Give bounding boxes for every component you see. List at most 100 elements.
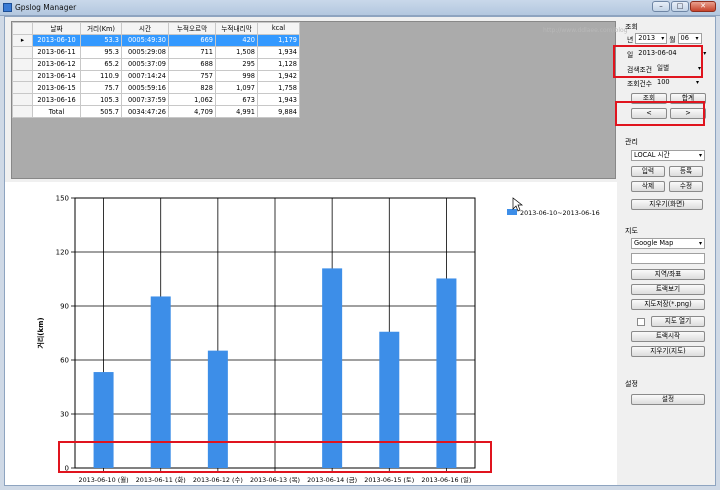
- settings-button[interactable]: 설정: [631, 394, 705, 405]
- table-cell: 757: [168, 69, 216, 83]
- table-cell: 673: [215, 93, 258, 107]
- row-header[interactable]: [12, 69, 33, 83]
- track-view-button[interactable]: 트랙보기: [631, 284, 705, 295]
- criteria-select[interactable]: 일별 ▾: [654, 63, 704, 74]
- table-cell: 2013-06-10: [32, 33, 81, 47]
- delete-button[interactable]: 삭제: [631, 181, 665, 192]
- table-cell: 95.3: [80, 45, 122, 59]
- map-provider-select[interactable]: Google Map ▾: [631, 238, 705, 249]
- window-title: Gpslog Manager: [15, 3, 77, 12]
- data-grid[interactable]: 날짜 거리(Km) 시간 누적오르막 누적내리막 kcal ▸ 2013-06-10 53.3…: [12, 22, 300, 119]
- register-button[interactable]: 등록: [669, 166, 703, 177]
- table-cell: 2013-06-12: [32, 57, 81, 71]
- month-select[interactable]: 06 ▾: [677, 33, 702, 44]
- table-cell: 688: [168, 57, 216, 71]
- map-open-checkbox[interactable]: [637, 318, 645, 326]
- row-header-corner: [12, 22, 33, 35]
- table-cell: 2013-06-14: [32, 69, 81, 83]
- table-row[interactable]: ▸ 2013-06-10 53.3 0005:49:30 669 420 1,179: [12, 33, 300, 47]
- query-button[interactable]: 조회: [631, 93, 667, 104]
- y-tick-label: 30: [60, 411, 69, 419]
- year-select[interactable]: 2013 ▾: [635, 33, 668, 44]
- row-header[interactable]: [12, 57, 33, 71]
- row-header[interactable]: [12, 105, 33, 119]
- map-open-button[interactable]: 지도 열기: [651, 316, 705, 327]
- y-tick-label: 0: [65, 465, 69, 473]
- table-cell: 2013-06-16: [32, 93, 81, 107]
- row-header[interactable]: ▸: [12, 33, 33, 47]
- table-cell: 1,062: [168, 93, 216, 107]
- count-label: 조회건수: [627, 79, 653, 88]
- edit-button[interactable]: 수정: [669, 181, 703, 192]
- table-row[interactable]: 2013-06-15 75.7 0005:59:16 828 1,097 1,758: [12, 81, 300, 95]
- watermark: http://www.ddlaee.com/blog: [543, 27, 628, 34]
- chevron-down-icon: ▾: [695, 35, 699, 42]
- title-bar: Gpslog Manager – □ ✕: [0, 0, 720, 16]
- y-tick-label: 90: [60, 303, 69, 311]
- minimize-button[interactable]: –: [652, 1, 670, 12]
- count-select[interactable]: 100 ▾: [654, 77, 702, 88]
- column-header[interactable]: 시간: [121, 22, 169, 35]
- clear-map-button[interactable]: 지우기(지도): [631, 346, 705, 357]
- map-section-label: 지도: [625, 227, 638, 235]
- map-search-input[interactable]: [631, 253, 705, 264]
- table-cell: 105.3: [80, 93, 122, 107]
- prev-button[interactable]: <: [631, 108, 667, 119]
- table-cell: 420: [215, 33, 258, 47]
- row-header[interactable]: [12, 81, 33, 95]
- input-button[interactable]: 입력: [631, 166, 665, 177]
- date-picker[interactable]: 2013-06-04 ▾: [635, 48, 709, 59]
- table-cell: 1,128: [257, 57, 300, 71]
- track-start-button[interactable]: 트랙시작: [631, 331, 705, 342]
- time-select[interactable]: LOCAL 시간 ▾: [631, 150, 705, 161]
- close-button[interactable]: ✕: [690, 1, 716, 12]
- table-cell: 1,942: [257, 69, 300, 83]
- table-row[interactable]: 2013-06-16 105.3 0007:37:59 1,062 673 1,943: [12, 93, 300, 107]
- row-header[interactable]: [12, 93, 33, 107]
- bar: [379, 331, 400, 468]
- table-cell: 53.3: [80, 33, 122, 47]
- y-axis-label: 거리(km): [36, 317, 45, 348]
- column-header[interactable]: 누적오르막: [168, 22, 216, 35]
- column-header[interactable]: 거리(Km): [80, 22, 122, 35]
- table-cell: 0005:37:09: [121, 57, 169, 71]
- table-cell: 110.9: [80, 69, 122, 83]
- table-cell: 295: [215, 57, 258, 71]
- map-save-button[interactable]: 지도저장(*.png): [631, 299, 705, 310]
- clear-screen-button[interactable]: 지우기(화면): [631, 199, 703, 210]
- next-button[interactable]: >: [670, 108, 706, 119]
- chevron-down-icon: ▾: [661, 35, 665, 42]
- legend-swatch: [507, 209, 517, 215]
- table-cell: 1,943: [257, 93, 300, 107]
- table-row[interactable]: Total 505.7 0034:47:26 4,709 4,991 9,884: [12, 105, 300, 119]
- table-cell: 0005:29:08: [121, 45, 169, 59]
- table-row[interactable]: 2013-06-12 65.2 0005:37:09 688 295 1,128: [12, 57, 300, 71]
- maximize-button[interactable]: □: [671, 1, 689, 12]
- table-cell: 0007:37:59: [121, 93, 169, 107]
- table-cell: 2013-06-15: [32, 81, 81, 95]
- chevron-down-icon: ▾: [698, 240, 702, 247]
- column-header[interactable]: 날짜: [32, 22, 81, 35]
- chevron-down-icon: ▾: [696, 79, 700, 86]
- x-tick-label: 2013-06-16 (일): [421, 475, 471, 484]
- x-tick-label: 2013-06-13 (목): [250, 476, 300, 484]
- chevron-down-icon: ▾: [698, 152, 702, 159]
- table-cell: 1,758: [257, 81, 300, 95]
- legend-label: 2013-06-10~2013-06-16: [520, 209, 600, 217]
- bar: [93, 372, 114, 468]
- table-row[interactable]: 2013-06-11 95.3 0005:29:08 711 1,508 1,934: [12, 45, 300, 59]
- manage-section-label: 관리: [625, 138, 638, 146]
- bar: [436, 278, 457, 468]
- table-row[interactable]: 2013-06-14 110.9 0007:14:24 757 998 1,942: [12, 69, 300, 83]
- sum-button[interactable]: 합계: [670, 93, 706, 104]
- column-header[interactable]: kcal: [257, 22, 300, 35]
- area-coord-button[interactable]: 지역/좌표: [631, 269, 705, 280]
- bar: [207, 350, 228, 468]
- column-header[interactable]: 누적내리막: [215, 22, 258, 35]
- table-cell: 1,934: [257, 45, 300, 59]
- table-cell: 75.7: [80, 81, 122, 95]
- table-cell: 0005:49:30: [121, 33, 169, 47]
- criteria-label: 검색조건: [627, 65, 653, 74]
- row-header[interactable]: [12, 45, 33, 59]
- table-cell: 0007:14:24: [121, 69, 169, 83]
